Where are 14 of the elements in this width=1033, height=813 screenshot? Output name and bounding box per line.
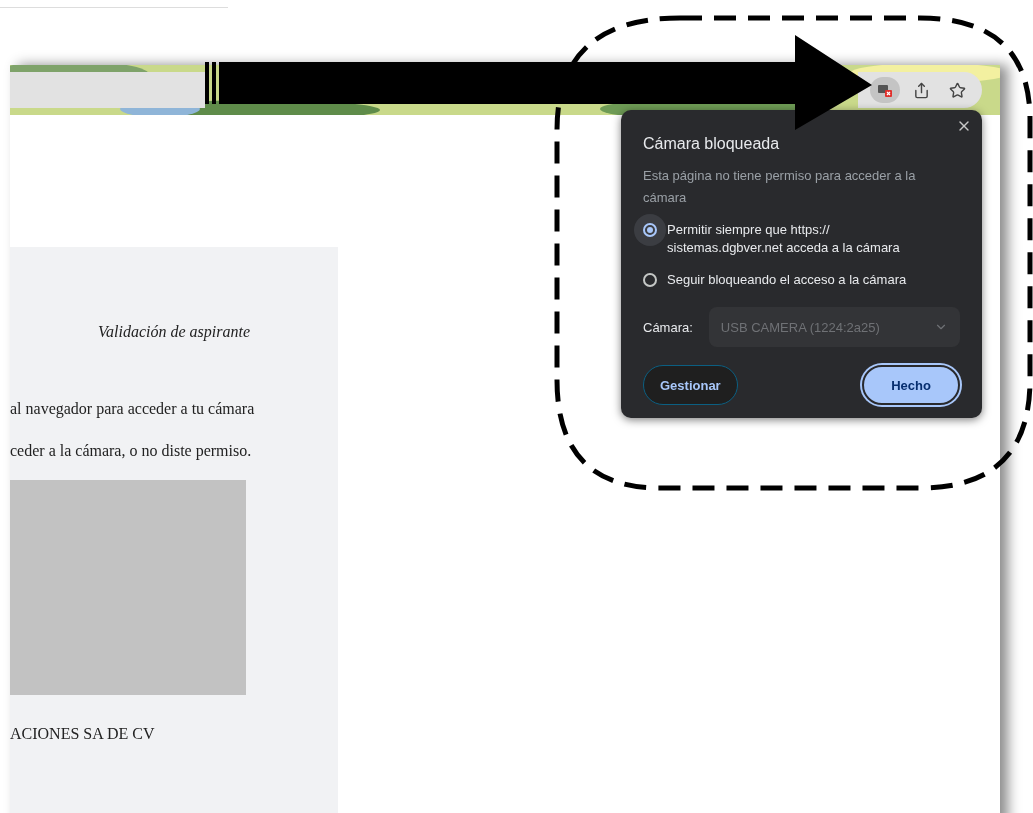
popup-description: Esta página no tiene permiso para acceder a la cámara <box>643 167 917 207</box>
camera-blocked-icon[interactable] <box>870 77 900 103</box>
option-label: Seguir bloqueando el acceso a la cámara <box>667 271 908 289</box>
manage-button[interactable]: Gestionar <box>643 365 738 405</box>
instruction-text: ceder a la cámara, o no diste permiso. <box>10 442 253 460</box>
radio-button[interactable] <box>634 214 666 246</box>
company-name: ACIONES SA DE CV <box>10 725 156 743</box>
done-button[interactable]: Hecho <box>862 365 960 405</box>
instruction-text: al navegador para acceder a tu cámara <box>10 400 256 418</box>
popup-title: Cámara bloqueada <box>643 135 781 153</box>
camera-label: Cámara: <box>643 319 693 335</box>
page-heading: Validación de aspirante <box>97 323 251 341</box>
option-label: Permitir siempre que https:// sistemas.dgbver.net acceda a la cámara <box>667 221 901 257</box>
address-field[interactable] <box>10 72 205 108</box>
